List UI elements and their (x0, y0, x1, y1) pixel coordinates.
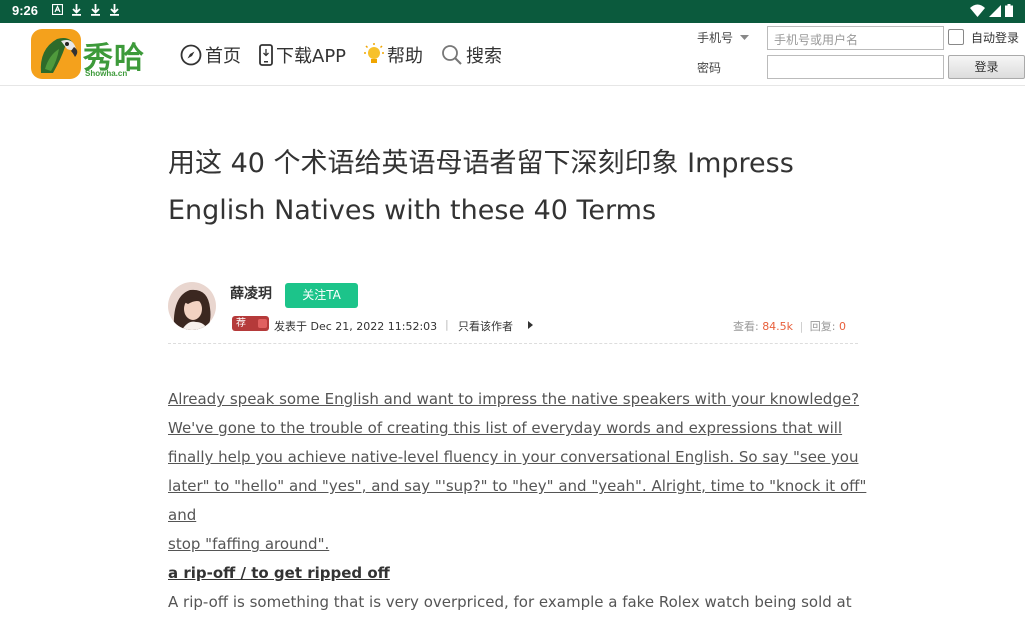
a-app-icon (52, 4, 63, 15)
download-icon (72, 4, 81, 16)
system-icons (970, 4, 1013, 17)
post-date: 发表于 Dec 21, 2022 11:52:03 (274, 320, 438, 333)
login-form: 手机号 手机号或用户名 自动登录 密码 登录 (697, 23, 1025, 86)
replies-label: 回复: (809, 320, 836, 333)
status-bar: 9:26 (0, 0, 1025, 23)
post-stats: 查看: 84.5k | 回复: 0 (733, 318, 846, 334)
intro-line: later" to "hello" and "yes", and say "'s… (168, 477, 867, 524)
nav-search[interactable]: 搜索 (441, 42, 502, 68)
intro-line: We've gone to the trouble of creating th… (168, 419, 843, 437)
nav-help-label: 帮助 (387, 46, 424, 67)
parrot-logo-icon (31, 29, 81, 79)
nav-download-label: 下载APP (276, 46, 347, 67)
auto-login-label[interactable]: 自动登录 (971, 29, 1019, 46)
term-heading: a rip-off / to get ripped off (168, 564, 390, 582)
replies-count: 0 (839, 320, 846, 333)
intro-line: stop "faffing around". (168, 535, 330, 553)
main-nav: 首页 下载APP 帮助 搜索 (180, 42, 520, 68)
nav-home[interactable]: 首页 (180, 42, 241, 68)
chevron-down-icon[interactable] (740, 35, 749, 41)
site-header: 秀哈 Showha.cn 首页 下载APP 帮助 搜索 手机号 手机号或用户名 … (0, 23, 1025, 86)
only-author-link[interactable]: 只看该作者 (458, 318, 513, 334)
recommend-badge: 荐 (232, 316, 269, 331)
views-count: 84.5k (762, 320, 794, 333)
username-input[interactable]: 手机号或用户名 (767, 26, 944, 50)
signal-icon (989, 4, 1001, 17)
article-content: Already speak some English and want to i… (168, 385, 868, 617)
status-time: 9:26 (12, 3, 39, 18)
meta-separator: | (445, 318, 449, 331)
phone-icon (259, 44, 273, 66)
login-button[interactable]: 登录 (948, 55, 1025, 79)
site-logo[interactable]: 秀哈 Showha.cn (31, 27, 159, 79)
author-avatar[interactable] (168, 282, 216, 330)
article-title: 用这 40 个术语给英语母语者留下深刻印象 Impress English Na… (168, 148, 794, 226)
password-input[interactable] (767, 55, 944, 79)
download-icon (110, 4, 119, 16)
notification-icons (52, 4, 120, 16)
caret-right-icon[interactable] (528, 321, 533, 329)
stats-separator: | (799, 320, 804, 333)
author-info: 薛凌玥 关注TA 荐 发表于 Dec 21, 2022 11:52:03 | 只… (168, 282, 858, 344)
body-text: A rip-off is something that is very over… (168, 593, 852, 611)
author-name[interactable]: 薛凌玥 (230, 283, 272, 303)
intro-line: finally help you achieve native-level fl… (168, 448, 859, 466)
download-icon (91, 4, 100, 16)
intro-line: Already speak some English and want to i… (168, 390, 860, 408)
wifi-icon (970, 4, 985, 17)
nav-download-app[interactable]: 下载APP (259, 42, 346, 68)
avatar-image (168, 282, 216, 330)
battery-icon (1005, 4, 1013, 17)
follow-button[interactable]: 关注TA (285, 283, 358, 308)
nav-home-label: 首页 (205, 46, 241, 67)
auto-login-checkbox[interactable] (948, 29, 964, 45)
nav-help[interactable]: 帮助 (364, 42, 423, 68)
logo-subtext: Showha.cn (85, 69, 128, 78)
views-label: 查看: (732, 320, 759, 333)
phone-label[interactable]: 手机号 (697, 29, 733, 46)
search-icon (442, 45, 462, 65)
bulb-icon (364, 43, 385, 63)
password-label: 密码 (697, 61, 722, 75)
nav-search-label: 搜索 (466, 46, 503, 67)
compass-icon (180, 44, 202, 66)
